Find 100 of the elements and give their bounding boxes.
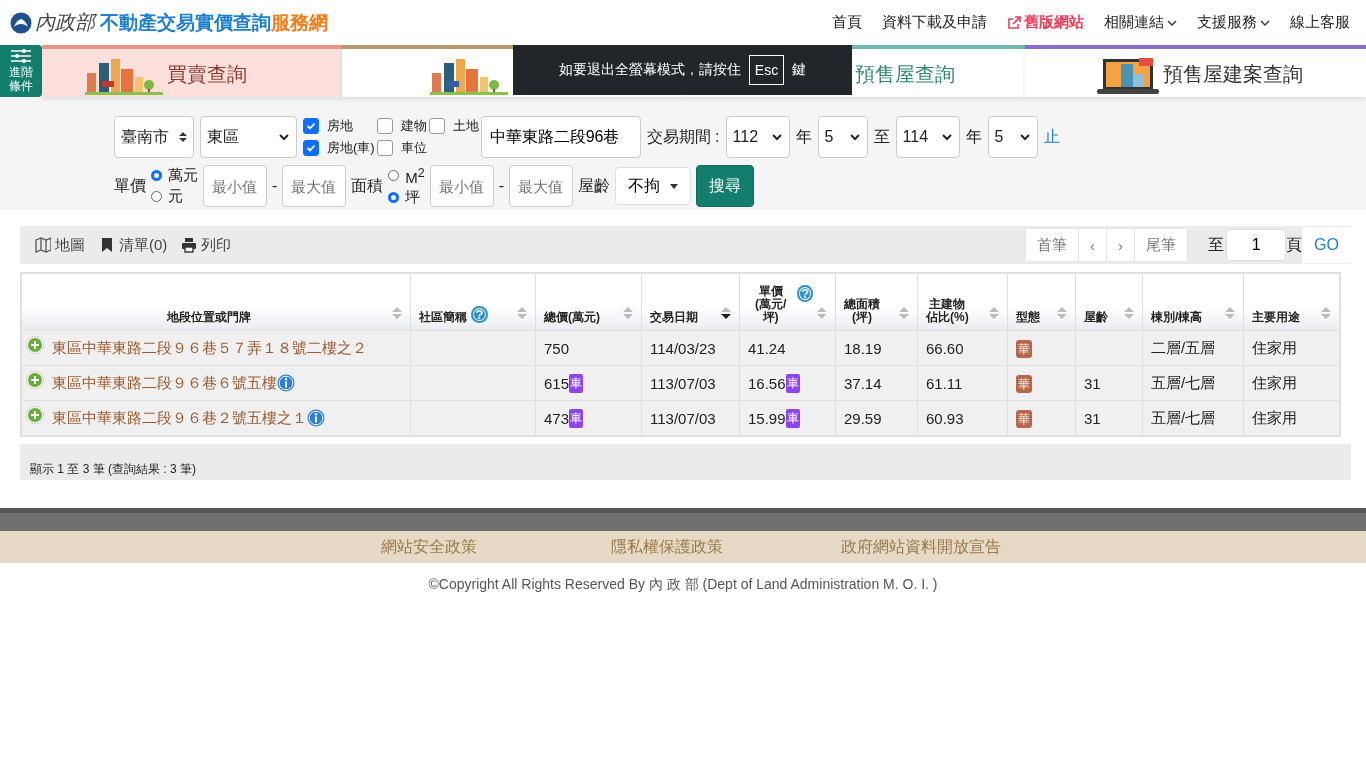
table-cell: 住家用 bbox=[1252, 408, 1297, 428]
address-field[interactable]: 中華東路二段96巷 bbox=[480, 116, 641, 158]
column-header[interactable]: 社區簡稱 bbox=[419, 311, 467, 324]
page-prefix-label: 至 bbox=[1208, 234, 1225, 255]
select[interactable]: 5 bbox=[987, 116, 1038, 158]
table-cell: 住家用 bbox=[1252, 373, 1297, 393]
nav-link[interactable]: 線上客服 bbox=[1290, 13, 1350, 32]
to-label: 至 bbox=[873, 126, 890, 147]
expand-button[interactable] bbox=[26, 406, 44, 424]
expand-button[interactable] bbox=[26, 336, 44, 354]
checkbox[interactable] bbox=[428, 118, 445, 134]
site-title: 不動產交易實價查詢服務網 bbox=[100, 10, 328, 35]
column-header[interactable]: 交易日期 bbox=[650, 311, 698, 324]
select[interactable]: 5 bbox=[817, 116, 868, 158]
page-suffix-label: 頁 bbox=[1286, 234, 1303, 255]
nav-link[interactable]: 首頁 bbox=[832, 13, 862, 32]
checkbox-label: 房地 bbox=[327, 117, 353, 135]
sort-caret-icon bbox=[179, 131, 187, 143]
table-cell: 二層/五層 bbox=[1151, 338, 1216, 358]
checkbox[interactable] bbox=[303, 140, 319, 156]
pager-button[interactable]: 尾筆 bbox=[1134, 229, 1188, 261]
end-label: 止 bbox=[1043, 126, 1060, 147]
nav-link[interactable]: 舊版網站 bbox=[1007, 13, 1084, 32]
chevron-down-icon bbox=[1260, 18, 1270, 27]
column-header[interactable]: 屋齡 bbox=[1084, 311, 1108, 324]
go-button[interactable]: GO bbox=[1302, 227, 1351, 263]
printer-icon bbox=[181, 237, 198, 253]
tab[interactable]: 買賣查詢 bbox=[42, 45, 342, 97]
chevron-down-icon bbox=[940, 133, 953, 141]
radio-button[interactable] bbox=[151, 170, 162, 181]
checkmark-icon bbox=[306, 121, 316, 131]
column-header[interactable]: 主要用途 bbox=[1252, 311, 1300, 324]
nav-link[interactable]: 支援服務 bbox=[1197, 13, 1270, 32]
parking-badge: 車 bbox=[569, 408, 584, 428]
checkbox-label: 土地 bbox=[452, 117, 479, 135]
age-dropdown[interactable]: 不拘 bbox=[615, 167, 692, 205]
area-label: 面積 bbox=[351, 175, 384, 196]
nav-link[interactable]: 資料下載及申請 bbox=[882, 13, 987, 32]
search-button[interactable]: 搜尋 bbox=[696, 165, 755, 207]
table-cell: 750 bbox=[544, 339, 570, 357]
table-cell: 66.60 bbox=[926, 339, 964, 357]
page-field[interactable]: 1 bbox=[1226, 229, 1287, 261]
laptop-building-drawing bbox=[1097, 57, 1159, 95]
radio-button[interactable] bbox=[388, 170, 400, 181]
help-icon[interactable]: ? bbox=[797, 285, 814, 302]
result-summary: 顯示 1 至 3 筆 (查詢結果 : 3 筆) bbox=[30, 461, 197, 478]
advanced-filter-button[interactable]: 進階條件 bbox=[0, 45, 42, 97]
toolbar-button[interactable]: 地圖 bbox=[35, 235, 85, 255]
table-cell: 29.59 bbox=[844, 409, 882, 427]
checkbox[interactable] bbox=[376, 140, 393, 156]
radio-label: M$^{2}$ bbox=[405, 165, 425, 186]
min-field[interactable]: 最小值 bbox=[203, 165, 267, 207]
table-cell: 37.14 bbox=[844, 374, 882, 392]
district-select[interactable]: 東區 bbox=[200, 116, 297, 158]
city-select[interactable]: 臺南市 bbox=[114, 116, 194, 158]
external-link-icon bbox=[1007, 15, 1021, 30]
table-cell: 16.56 bbox=[748, 374, 786, 392]
radio-label: 元 bbox=[168, 187, 183, 206]
checkbox[interactable] bbox=[303, 118, 319, 134]
table-cell: 113/07/03 bbox=[650, 409, 716, 427]
expand-button[interactable] bbox=[26, 371, 44, 389]
toolbar-button[interactable]: 列印 bbox=[181, 235, 232, 255]
table-cell: 五層/七層 bbox=[1151, 408, 1216, 428]
year-label: 年 bbox=[795, 126, 812, 147]
column-header[interactable]: 總價(萬元) bbox=[544, 311, 600, 324]
dash-label: - bbox=[498, 177, 505, 195]
chevron-down-icon bbox=[278, 133, 290, 141]
toolbar-button[interactable]: 清單(0) bbox=[99, 235, 168, 255]
table-cell: 473 bbox=[544, 409, 570, 427]
price-label: 單價 bbox=[114, 175, 146, 196]
column-header[interactable]: 型態 bbox=[1016, 311, 1040, 324]
plus-icon bbox=[26, 336, 44, 354]
plus-icon bbox=[26, 406, 44, 424]
checkbox[interactable] bbox=[376, 118, 393, 134]
table-cell: 113/07/03 bbox=[650, 374, 716, 392]
radio-button[interactable] bbox=[151, 191, 162, 202]
table-cell: 41.24 bbox=[748, 339, 786, 357]
radio-label: 坪 bbox=[405, 187, 421, 207]
column-header[interactable]: 單價 (萬元/坪) bbox=[748, 285, 794, 324]
min-field[interactable]: 最小值 bbox=[429, 165, 494, 207]
table-cell: 15.99 bbox=[748, 409, 786, 427]
select[interactable]: 112 bbox=[725, 116, 790, 158]
max-field[interactable]: 最大值 bbox=[509, 165, 574, 207]
radio-button[interactable] bbox=[388, 191, 400, 203]
chevron-down-icon bbox=[1018, 133, 1031, 141]
column-header[interactable]: 總面積 (坪) bbox=[844, 298, 880, 324]
checkmark-icon bbox=[306, 143, 316, 153]
nav-link[interactable]: 相關連結 bbox=[1104, 13, 1177, 32]
column-header[interactable]: 棟別/棟高 bbox=[1151, 311, 1203, 324]
table-cell: 住家用 bbox=[1252, 338, 1297, 358]
dash-label: - bbox=[272, 177, 278, 195]
building-type-badge: 華 bbox=[1016, 339, 1032, 358]
caret-icon bbox=[670, 183, 679, 189]
select[interactable]: 114 bbox=[895, 116, 960, 158]
table-cell: 五層/七層 bbox=[1151, 373, 1216, 393]
tab[interactable]: 預售屋建案查詢 bbox=[1025, 45, 1366, 97]
max-field[interactable]: 最大值 bbox=[282, 165, 347, 207]
help-icon[interactable]: ? bbox=[471, 306, 488, 323]
period-label: 交易期間 : bbox=[646, 126, 720, 147]
table-cell: 114/03/23 bbox=[650, 339, 716, 357]
